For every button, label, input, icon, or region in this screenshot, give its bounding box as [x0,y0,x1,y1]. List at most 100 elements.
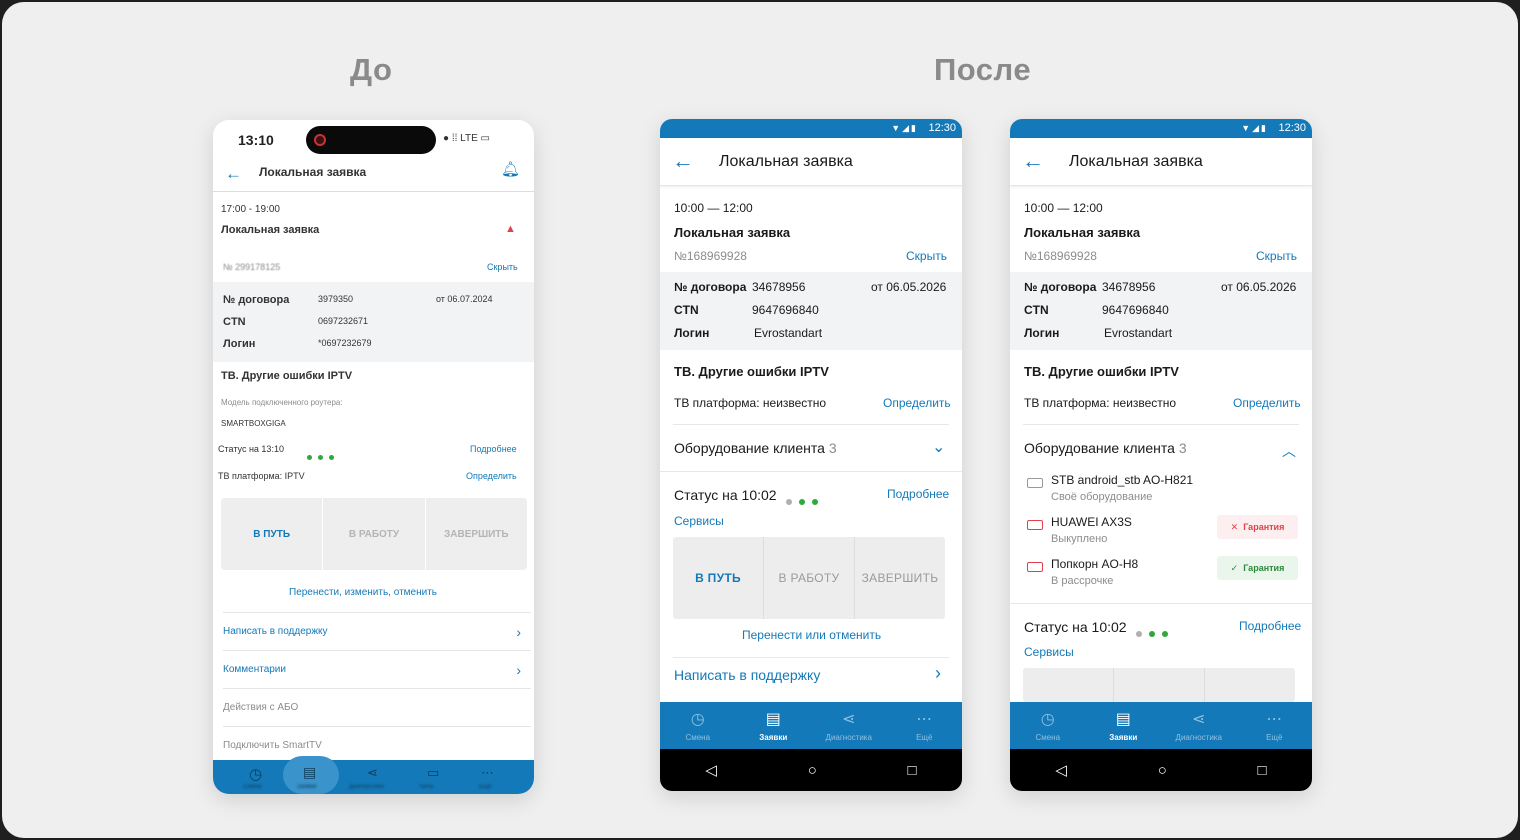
determine-link[interactable]: Определить [1233,396,1301,410]
login-value: Evrostandart [1104,326,1173,340]
home-circle-icon[interactable]: ○ [1158,762,1167,779]
on-the-way-button[interactable]: В ПУТЬ [673,537,764,619]
equipment-header[interactable]: Оборудование клиента 3 [1024,440,1187,456]
equipment-name: HUAWEI AX3S [1051,515,1132,529]
list-item[interactable]: Подключить SmartTV [223,726,531,764]
finish-button[interactable]: ЗАВЕРШИТЬ [855,537,945,619]
document-icon[interactable]: ▤ [303,764,316,781]
router-label: Модель подключенного роутера: [221,398,343,407]
app-bar: ← Локальная заявка [660,138,962,186]
tab-more[interactable]: ⋯ Ещё [887,702,963,749]
bell-icon[interactable]: 🔔︎ [501,160,520,178]
equipment-name: STB android_stb AO-H821 [1051,473,1194,487]
problem-title: ТВ. Другие ошибки IPTV [674,364,829,379]
tab-shift[interactable]: ◷ Смена [660,702,736,749]
status-dots [307,447,341,465]
equipment-label: Оборудование клиента [674,440,825,456]
router-value: SMARTBOXGIGA [221,419,286,428]
action-button[interactable] [1114,668,1205,702]
recents-square-icon[interactable]: □ [1258,762,1267,779]
back-arrow-icon[interactable]: ← [225,164,242,184]
list-item-label: Написать в поддержку [223,626,328,637]
tab-requests[interactable]: ▤ Заявки [1086,702,1162,749]
contract-value: 34678956 [1102,280,1156,294]
action-buttons: В ПУТЬ В РАБОТУ ЗАВЕРШИТЬ [221,498,527,570]
tab-label: Чаты [419,784,434,790]
recents-square-icon[interactable]: □ [908,762,917,779]
action-button[interactable] [1023,668,1114,702]
action-button[interactable] [1205,668,1295,702]
hide-link[interactable]: Скрыть [487,262,518,272]
hide-link[interactable]: Скрыть [906,249,947,263]
list-item[interactable]: Комментарии › [223,650,531,688]
signal-icons: ▼◢▮ [1241,123,1268,133]
on-the-way-button[interactable]: В ПУТЬ [221,498,324,570]
clock-icon: ◷ [1040,711,1055,728]
warranty-badge[interactable]: ✓ Гарантия [1217,556,1298,580]
equipment-sub: В рассрочке [1051,575,1114,587]
divider [1023,424,1299,425]
reschedule-link[interactable]: Перенести, изменить, отменить [289,587,437,598]
home-circle-icon[interactable]: ○ [808,762,817,779]
system-nav-bar: ◁ ○ □ [660,749,962,791]
clock-icon[interactable]: ◷ [249,765,262,783]
divider [660,471,962,472]
services-link[interactable]: Сервисы [674,514,724,528]
back-arrow-icon[interactable]: ← [672,148,694,174]
in-work-button[interactable]: В РАБОТУ [323,498,426,570]
services-link[interactable]: Сервисы [1024,645,1074,659]
list-item[interactable]: Действия с АБО [223,688,531,726]
request-type: Локальная заявка [1024,225,1141,240]
chevron-right-icon: › [516,623,521,640]
determine-link[interactable]: Определить [883,396,951,410]
more-link[interactable]: Подробнее [887,487,949,501]
tab-more[interactable]: ⋯ Ещё [1237,702,1313,749]
back-triangle-icon[interactable]: ◁ [1055,761,1067,779]
network-label: LTE [460,133,478,144]
tab-diagnostics[interactable]: ⋖ Диагностика [1161,702,1237,749]
list-item[interactable]: Написать в поддержку › [223,612,531,650]
old-phone: 13:10 ● ⁞⁞ LTE ▭ ← Локальная заявка 🔔︎ 1… [213,120,534,794]
new-phone-2: ▼◢▮ 12:30 ← Локальная заявка 10:00 — 12:… [1010,119,1312,791]
signal-icons: ▼◢▮ [891,123,918,133]
tab-diagnostics[interactable]: ⋖ Диагностика [811,702,887,749]
equipment-header[interactable]: Оборудование клиента 3 [674,440,837,456]
chevron-up-icon[interactable]: ︿ [1282,441,1296,461]
platform-text: ТВ платформа: неизвестно [1024,396,1177,410]
chevron-down-icon[interactable]: ⌄ [932,437,945,457]
back-arrow-icon[interactable]: ← [1022,148,1044,174]
login-label: Логин [1024,326,1060,340]
share-icon: ⋖ [842,711,856,728]
more-link[interactable]: Подробнее [470,444,517,454]
chat-icon[interactable]: ▭ [427,765,439,781]
back-triangle-icon[interactable]: ◁ [705,761,717,779]
badge-label: Гарантия [1243,563,1285,573]
new-phone-1: ▼◢▮ 12:30 ← Локальная заявка 10:00 — 12:… [660,119,962,791]
tab-label: Ещё [1266,733,1283,742]
warranty-badge[interactable]: ✕ Гарантия [1217,515,1298,539]
determine-link[interactable]: Определить [466,471,517,481]
support-link[interactable]: Написать в поддержку [674,667,820,683]
hide-link[interactable]: Скрыть [1256,249,1297,263]
share-icon[interactable]: ⋖ [367,765,378,781]
more-icon: ⋯ [916,711,933,728]
login-value: Evrostandart [754,326,823,340]
more-link[interactable]: Подробнее [1239,619,1301,633]
tab-shift[interactable]: ◷ Смена [1010,702,1086,749]
finish-button[interactable]: ЗАВЕРШИТЬ [426,498,527,570]
badge-label: Гарантия [1243,522,1285,532]
login-value: *0697232679 [318,338,372,348]
status-icons: ● ⁞⁞ LTE ▭ [443,133,490,144]
more-icon[interactable]: ⋯ [481,765,494,781]
request-number: №168969928 [1024,249,1097,263]
action-buttons: В ПУТЬ В РАБОТУ ЗАВЕРШИТЬ [673,537,945,619]
list-item-label: Подключить SmartTV [223,740,322,751]
divider [673,424,949,425]
chevron-right-icon[interactable]: › [935,663,941,684]
status-dots [1136,624,1175,642]
in-work-button[interactable]: В РАБОТУ [764,537,855,619]
slot-time: 17:00 - 19:00 [221,204,280,215]
tab-requests[interactable]: ▤ Заявки [736,702,812,749]
reschedule-link[interactable]: Перенести или отменить [742,628,881,642]
status-time: 12:30 [1278,122,1306,134]
